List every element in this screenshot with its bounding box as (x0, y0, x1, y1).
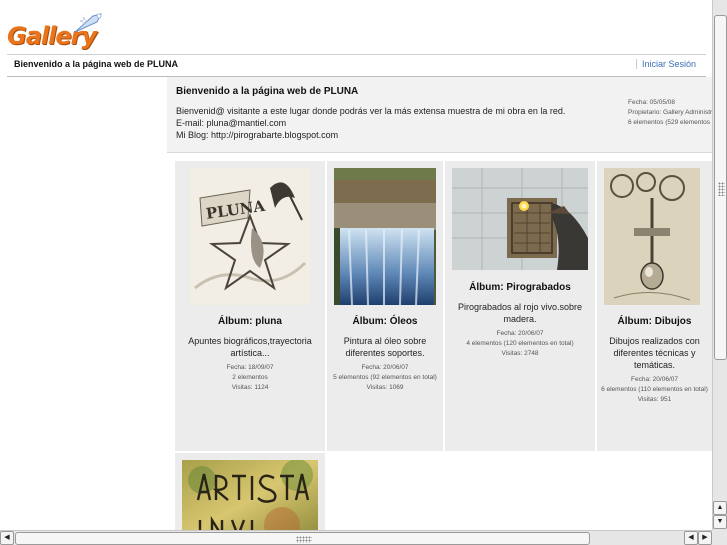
album-card-pirograbados: Álbum: Pirograbados Pirograbados al rojo… (445, 161, 595, 451)
artista-invitado-icon (182, 460, 318, 530)
album-card-artista-invitado (175, 453, 325, 530)
browser-viewport: Gallery Bienvenido a la página web de PL… (0, 0, 712, 530)
album-elements: 2 elementos (232, 374, 268, 381)
grip-icon (718, 182, 725, 196)
album-title[interactable]: Álbum: Dibujos (597, 316, 712, 327)
sparkle-icon (74, 13, 102, 33)
album-date: Fecha: 20/06/07 (631, 376, 678, 383)
pyrography-photo-icon (452, 168, 588, 270)
vertical-scrollbar-thumb[interactable] (714, 15, 727, 360)
scrollbar-corner (712, 530, 727, 545)
album-elements: 5 elementos (92 elementos en total) (333, 374, 437, 381)
album-meta: Fecha: 05/05/08 Propietario: Gallery Adm… (628, 98, 712, 128)
horizontal-scrollbar-thumb[interactable] (15, 532, 590, 545)
album-elements: 4 elementos (120 elementos en total) (466, 340, 574, 347)
album-description: Bienvenid@ visitante a este lugar donde … (176, 105, 616, 141)
album-date: Fecha: 18/09/07 (226, 364, 274, 371)
album-date: Fecha: 05/05/08 (628, 99, 675, 106)
album-title[interactable]: Álbum: Pirograbados (445, 282, 595, 293)
album-description: Apuntes biográficos,trayectoria artístic… (188, 336, 312, 358)
vertical-scrollbar[interactable]: ▲ ▼ (712, 0, 727, 530)
album-visits: Visitas: 1069 (366, 384, 404, 391)
drawing-sketch-icon (604, 168, 700, 305)
breadcrumb: Bienvenido a la página web de PLUNA (14, 59, 179, 69)
scroll-left-icon[interactable]: ◀ (684, 531, 698, 545)
album-visits: Visitas: 1124 (231, 384, 269, 391)
scroll-right-icon[interactable]: ▶ (698, 531, 712, 545)
album-description-line: Bienvenid@ visitante a este lugar donde … (176, 106, 566, 116)
album-owner: Propietario: Gallery Administrator (628, 109, 712, 116)
login-link[interactable]: Iniciar Sesión (635, 59, 696, 69)
album-header: Bienvenido a la página web de PLUNA Bien… (167, 77, 712, 153)
album-visits: Visitas: 951 (637, 396, 672, 403)
album-meta: Fecha: 20/06/07 5 elementos (92 elemento… (331, 363, 439, 393)
album-blog-line: Mi Blog: http://pirograbarte.blogspot.co… (176, 130, 339, 140)
album-title[interactable]: Álbum: pluna (175, 316, 325, 327)
album-meta: Fecha: 20/06/07 4 elementos (120 element… (449, 329, 591, 359)
pluna-drawing-icon: PLUNA (190, 168, 310, 305)
album-thumbnail[interactable] (452, 168, 588, 270)
album-email-line: E-mail: pluna@mantiel.com (176, 118, 287, 128)
album-card-dibujos: Álbum: Dibujos Dibujos realizados con di… (597, 161, 712, 451)
album-description: Dibujos realizados con diferentes técnic… (609, 336, 700, 370)
album-card-pluna: PLUNA Álbum: pluna Apuntes biográficos,t… (175, 161, 325, 451)
album-title[interactable]: Álbum: Óleos (327, 316, 443, 327)
gallery-logo[interactable]: Gallery (7, 10, 107, 54)
album-elements: 6 elementos (110 elementos en total) (601, 386, 708, 393)
album-description: Pintura al óleo sobre diferentes soporte… (343, 336, 427, 358)
grip-icon (296, 536, 312, 543)
album-title: Bienvenido a la página web de PLUNA (176, 86, 359, 97)
album-card-oleos: Álbum: Óleos Pintura al óleo sobre difer… (327, 161, 443, 451)
album-meta: Fecha: 20/06/07 6 elementos (110 element… (601, 375, 708, 405)
album-thumbnail[interactable]: PLUNA (190, 168, 310, 305)
album-thumbnail[interactable] (334, 168, 436, 305)
scroll-up-icon[interactable]: ▲ (713, 501, 727, 515)
album-elements-count: 6 elementos (529 elementos en total) (628, 119, 712, 126)
album-meta: Fecha: 18/09/07 2 elementos Visitas: 112… (179, 363, 321, 393)
horizontal-scrollbar[interactable]: ◀ ◀ ▶ (0, 530, 712, 545)
album-thumbnail[interactable] (182, 460, 318, 530)
album-thumbnail[interactable] (604, 168, 700, 305)
breadcrumb-bar: Bienvenido a la página web de PLUNA Inic… (7, 55, 706, 77)
album-date: Fecha: 20/06/07 (361, 364, 409, 371)
scroll-left-icon[interactable]: ◀ (0, 531, 14, 545)
album-visits: Visitas: 2748 (501, 350, 539, 357)
scroll-down-icon[interactable]: ▼ (713, 515, 727, 529)
album-description: Pirograbados al rojo vivo.sobre madera. (457, 302, 583, 324)
album-date: Fecha: 20/06/07 (496, 330, 544, 337)
waterfall-painting-icon (334, 168, 436, 305)
